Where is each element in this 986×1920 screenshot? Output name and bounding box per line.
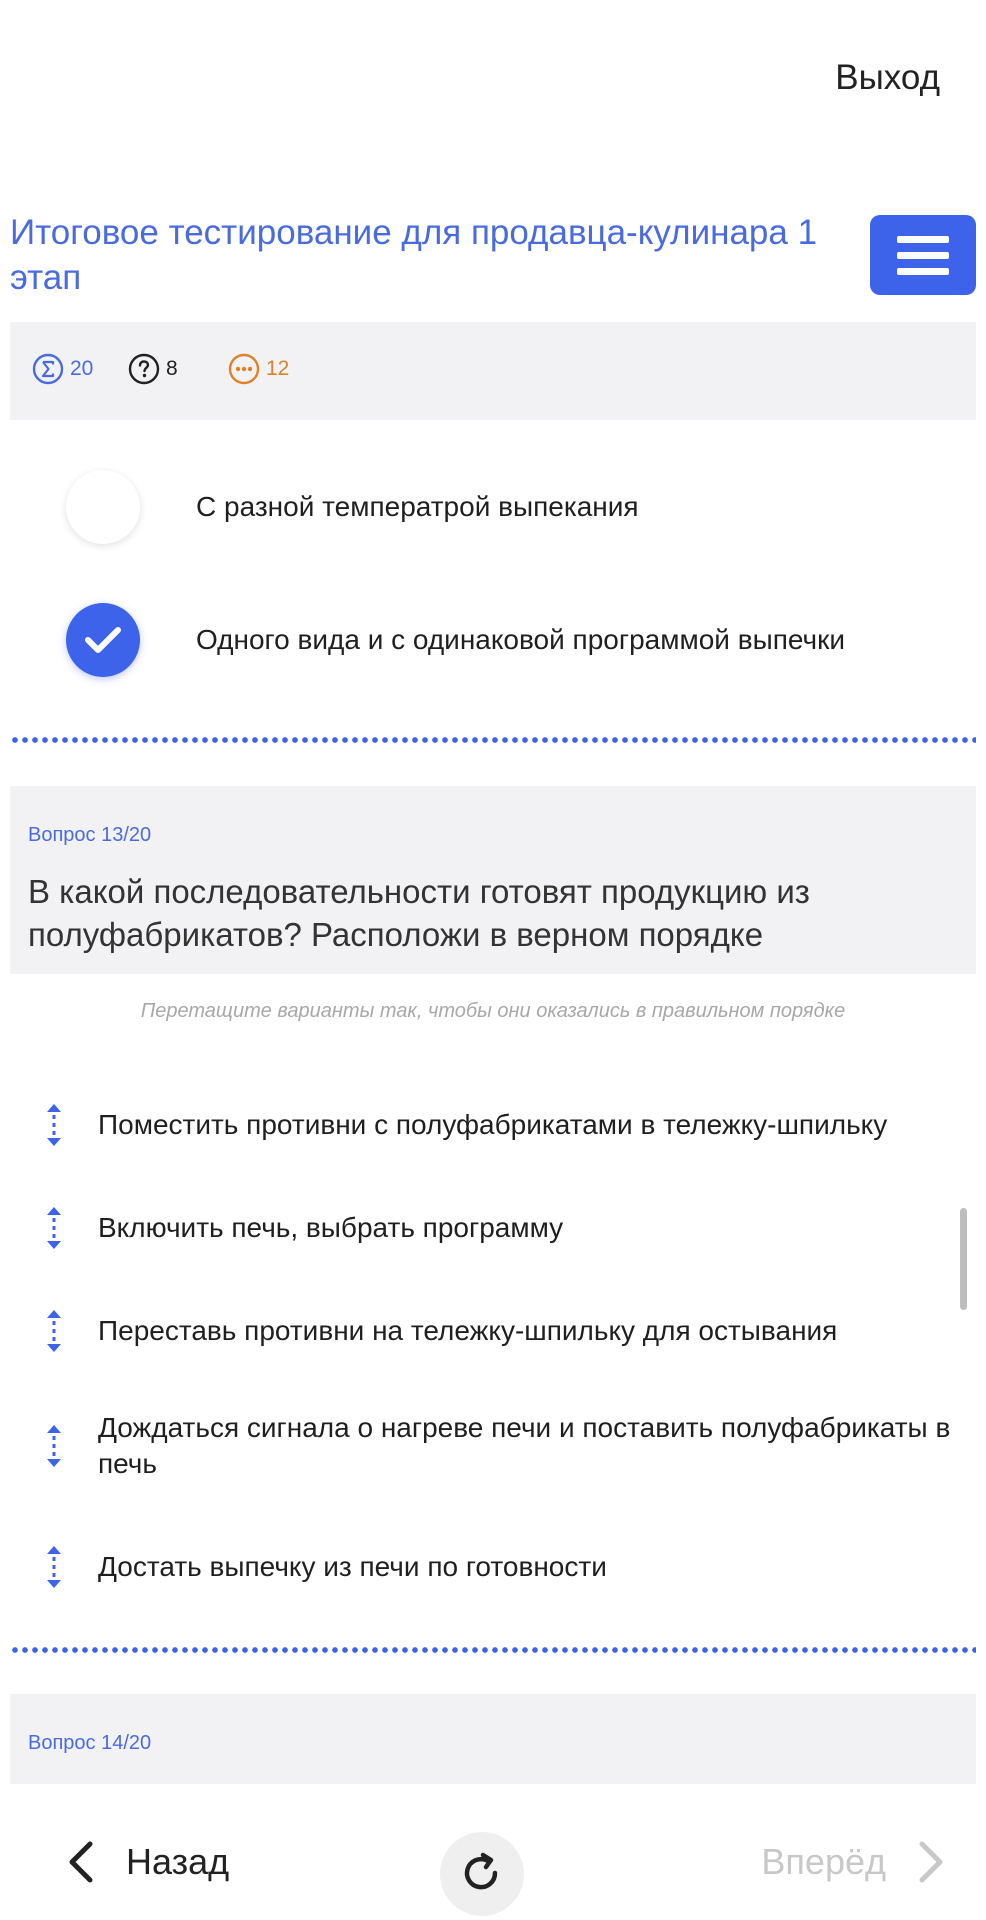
- question-number: Вопрос 13/20: [28, 824, 152, 846]
- drag-item[interactable]: Достать выпечку из печи по готовности: [40, 1544, 960, 1590]
- question-divider: [10, 737, 976, 743]
- radio-option-label: Одного вида и с одинаковой программой вы…: [196, 624, 845, 655]
- more-circle-icon: [228, 353, 260, 385]
- drag-handle-icon: [47, 1546, 61, 1588]
- reload-button[interactable]: [440, 1832, 524, 1916]
- drag-handle-icon: [47, 1310, 61, 1352]
- drag-handle-icon: [47, 1104, 61, 1146]
- drag-item[interactable]: Дождаться сигнала о нагреве печи и поста…: [40, 1410, 960, 1482]
- bottom-navigation: Назад Вперёд: [0, 1812, 986, 1920]
- question-number: Вопрос 14/20: [28, 1732, 152, 1754]
- radio-button-unchecked[interactable]: [66, 470, 140, 544]
- menu-icon-bar: [897, 251, 949, 259]
- drag-item-label: Дождаться сигнала о нагреве печи и поста…: [98, 1412, 951, 1479]
- stat-total: 20: [32, 353, 93, 385]
- question-text: В какой последовательности готовят проду…: [28, 873, 810, 953]
- drag-handle-icon: [47, 1425, 61, 1467]
- next-button[interactable]: Вперёд: [761, 1840, 946, 1884]
- back-button-label: Назад: [126, 1841, 230, 1882]
- drag-item-label: Переставь противни на тележку-шпильку дл…: [98, 1315, 838, 1346]
- drag-item-label: Включить печь, выбрать программу: [98, 1212, 564, 1243]
- drag-handle-icon: [47, 1207, 61, 1249]
- stat-total-value: 20: [70, 357, 94, 380]
- drag-handle[interactable]: [40, 1308, 68, 1354]
- exit-button[interactable]: Выход: [835, 58, 940, 98]
- drag-hint: Перетащите варианты так, чтобы они оказа…: [140, 1000, 846, 1022]
- menu-button[interactable]: [870, 215, 976, 295]
- drag-handle[interactable]: [40, 1423, 68, 1469]
- radio-option[interactable]: Одного вида и с одинаковой программой вы…: [66, 603, 946, 677]
- question-circle-icon: [128, 353, 160, 385]
- drag-item-label: Достать выпечку из печи по готовности: [98, 1551, 607, 1582]
- menu-icon-bar: [897, 235, 949, 243]
- drag-handle[interactable]: [40, 1205, 68, 1251]
- stat-remaining: 12: [228, 353, 289, 385]
- question-card: Вопрос 14/20: [10, 1694, 976, 1784]
- next-button-label: Вперёд: [761, 1841, 886, 1882]
- reload-icon: [464, 1852, 498, 1890]
- drag-item[interactable]: Поместить противни с полуфабрикатами в т…: [40, 1102, 960, 1148]
- question-divider: [10, 1647, 976, 1653]
- drag-item[interactable]: Включить печь, выбрать программу: [40, 1205, 960, 1251]
- chevron-right-icon: [919, 1841, 943, 1883]
- drag-handle[interactable]: [40, 1544, 68, 1590]
- menu-icon-bar: [897, 267, 949, 275]
- stat-questions-value: 8: [166, 357, 178, 380]
- radio-button-checked[interactable]: [66, 603, 140, 677]
- scrollbar[interactable]: [960, 1208, 967, 1310]
- back-button[interactable]: Назад: [66, 1840, 229, 1884]
- drag-handle[interactable]: [40, 1102, 68, 1148]
- drag-item-label: Поместить противни с полуфабрикатами в т…: [98, 1109, 888, 1140]
- checkmark-icon: [85, 627, 121, 653]
- stat-questions: 8: [128, 353, 178, 385]
- radio-option-label: С разной температрой выпекания: [196, 491, 639, 522]
- test-title: Итоговое тестирование для продавца-кулин…: [10, 213, 818, 297]
- sigma-icon: [32, 353, 64, 385]
- radio-option[interactable]: С разной температрой выпекания: [66, 470, 946, 544]
- chevron-left-icon: [69, 1841, 93, 1883]
- question-card: Вопрос 13/20 В какой последовательности …: [10, 786, 976, 974]
- stats-bar: 20 8 12: [10, 322, 976, 420]
- stat-remaining-value: 12: [266, 357, 290, 380]
- drag-item[interactable]: Переставь противни на тележку-шпильку дл…: [40, 1308, 960, 1354]
